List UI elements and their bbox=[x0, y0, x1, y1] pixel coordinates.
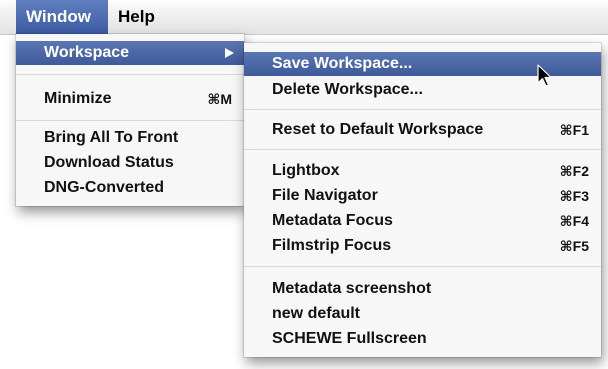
menu-item-label: Lightbox bbox=[272, 162, 340, 179]
menu-item-filmstrip-focus[interactable]: Filmstrip Focus ⌘F5 bbox=[244, 234, 601, 258]
menu-item-bring-all-to-front[interactable]: Bring All To Front bbox=[16, 126, 244, 150]
menu-item-dng-converted[interactable]: DNG-Converted bbox=[16, 176, 244, 200]
menu-window-label: Window bbox=[26, 7, 91, 26]
menu-item-file-navigator[interactable]: File Navigator ⌘F3 bbox=[244, 184, 601, 208]
menu-item-reset-default-workspace[interactable]: Reset to Default Workspace ⌘F1 bbox=[244, 118, 601, 142]
menu-separator bbox=[244, 109, 601, 110]
menu-item-shortcut: ⌘F1 bbox=[559, 122, 589, 138]
menu-item-label: Workspace bbox=[44, 44, 130, 61]
menu-item-label: Save Workspace... bbox=[272, 55, 413, 72]
menu-item-metadata-screenshot[interactable]: Metadata screenshot bbox=[244, 277, 601, 301]
menu-item-label: DNG-Converted bbox=[44, 179, 165, 196]
triangle-right-icon bbox=[225, 48, 234, 58]
window-menu: Workspace Minimize ⌘M Bring All To Front… bbox=[16, 34, 244, 206]
workspace-submenu: Save Workspace... Delete Workspace... Re… bbox=[244, 43, 601, 357]
menu-item-label: Bring All To Front bbox=[44, 129, 179, 146]
menu-item-shortcut: ⌘F5 bbox=[559, 238, 589, 254]
menu-item-shortcut: ⌘F3 bbox=[559, 188, 589, 204]
menu-item-new-default[interactable]: new default bbox=[244, 302, 601, 326]
menu-item-label: Download Status bbox=[44, 154, 174, 171]
menu-item-label: File Navigator bbox=[272, 187, 378, 204]
menu-item-download-status[interactable]: Download Status bbox=[16, 151, 244, 175]
menu-item-shortcut: ⌘M bbox=[207, 91, 232, 107]
menu-item-shortcut: ⌘F2 bbox=[559, 163, 589, 179]
menu-bar: Window Help bbox=[0, 0, 608, 35]
menu-item-label: Metadata screenshot bbox=[272, 280, 432, 297]
menu-separator bbox=[244, 149, 601, 150]
menu-item-workspace[interactable]: Workspace bbox=[16, 41, 244, 65]
menu-item-label: Metadata Focus bbox=[272, 212, 393, 229]
menu-item-label: new default bbox=[272, 305, 361, 322]
menu-item-lightbox[interactable]: Lightbox ⌘F2 bbox=[244, 159, 601, 183]
menu-item-label: Filmstrip Focus bbox=[272, 237, 392, 254]
menu-item-schewe-fullscreen[interactable]: SCHEWE Fullscreen bbox=[244, 327, 601, 351]
menu-item-minimize[interactable]: Minimize ⌘M bbox=[16, 87, 244, 111]
menu-separator bbox=[16, 120, 244, 121]
menu-window[interactable]: Window bbox=[16, 0, 108, 34]
menu-separator bbox=[244, 266, 601, 267]
menu-item-label: Delete Workspace... bbox=[272, 81, 423, 98]
menu-item-label: SCHEWE Fullscreen bbox=[272, 330, 427, 347]
menu-item-label: Minimize bbox=[44, 90, 112, 107]
menu-item-metadata-focus[interactable]: Metadata Focus ⌘F4 bbox=[244, 209, 601, 233]
menu-item-shortcut: ⌘F4 bbox=[559, 213, 589, 229]
menu-help-label: Help bbox=[118, 7, 155, 26]
menu-separator bbox=[16, 74, 244, 75]
menu-item-label: Reset to Default Workspace bbox=[272, 121, 484, 138]
menu-help[interactable]: Help bbox=[108, 0, 170, 34]
mouse-pointer-icon bbox=[537, 64, 552, 87]
